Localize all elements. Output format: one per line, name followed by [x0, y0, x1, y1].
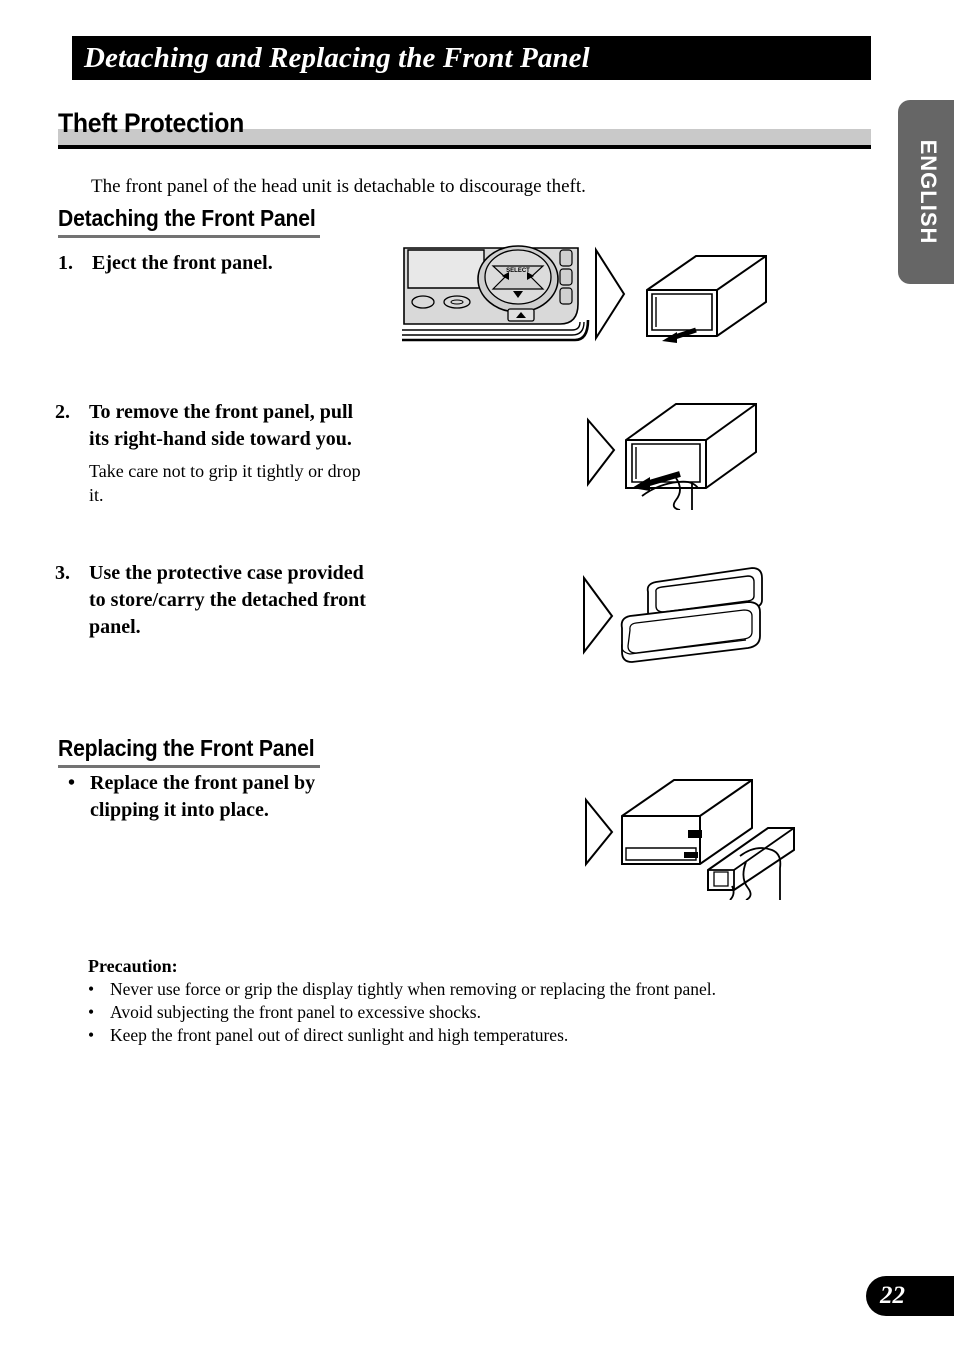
page-title: Detaching and Replacing the Front Panel	[84, 41, 590, 74]
chevron-arrow-icon	[585, 797, 614, 867]
subsection-replacing-title: Replacing the Front Panel	[58, 735, 315, 761]
step-title: To remove the front panel, pull its righ…	[89, 401, 354, 450]
language-tab-label: ENGLISH	[916, 139, 941, 245]
step-note: Take care not to grip it tightly or drop…	[89, 461, 361, 505]
list-item: • Avoid subjecting the front panel to ex…	[88, 1001, 808, 1024]
precaution-item-text: Keep the front panel out of direct sunli…	[110, 1025, 569, 1045]
figure-case-svg	[583, 567, 763, 663]
precaution-block: Precaution: • Never use force or grip th…	[88, 955, 808, 1047]
protective-case-illustration	[620, 567, 763, 663]
precaution-list: • Never use force or grip the display ti…	[88, 978, 808, 1047]
page-number-text: 22	[880, 1282, 905, 1309]
head-unit-box-illustration	[621, 779, 753, 865]
bullet-marker: •	[88, 979, 95, 999]
head-unit-box-illustration	[646, 255, 767, 343]
precaution-item-text: Never use force or grip the display tigh…	[110, 979, 716, 999]
chevron-arrow-icon	[587, 417, 616, 487]
step-item: 3. Use the protective case provided to s…	[55, 560, 375, 641]
figure-protective-case	[570, 558, 790, 671]
precaution-title: Precaution:	[88, 956, 178, 976]
figure-pull-front-panel	[580, 392, 780, 515]
language-tab-english: ENGLISH	[898, 100, 954, 284]
list-item: • Keep the front panel out of direct sun…	[88, 1024, 808, 1047]
step-title: Eject the front panel.	[92, 252, 273, 274]
head-unit-face-illustration: SELECT	[402, 245, 590, 342]
step-item: 2. To remove the front panel, pull its r…	[55, 399, 375, 507]
bullet-marker: •	[68, 772, 76, 794]
chevron-arrow-icon	[583, 574, 614, 655]
step-title: Use the protective case provided to stor…	[89, 562, 366, 638]
step-item: 1. Eject the front panel.	[58, 250, 388, 277]
section-intro-text: The front panel of the head unit is deta…	[91, 176, 586, 197]
bullet-marker: •	[88, 1002, 95, 1022]
subsection-detaching-title: Detaching the Front Panel	[58, 205, 316, 231]
step-number: 3.	[55, 562, 70, 584]
precaution-item-text: Avoid subjecting the front panel to exce…	[110, 1002, 481, 1022]
section-heading: Theft Protection	[58, 108, 245, 138]
chevron-arrow-icon	[595, 246, 626, 342]
page-title-banner: Detaching and Replacing the Front Panel	[72, 36, 871, 80]
head-unit-box-illustration	[625, 403, 757, 489]
figure-replace-front-panel	[580, 772, 805, 905]
list-item: • Never use force or grip the display ti…	[88, 978, 808, 1001]
subsection-replacing-rule	[58, 765, 320, 768]
subsection-detaching-header: Detaching the Front Panel	[58, 205, 320, 238]
select-button-label: SELECT	[506, 268, 530, 274]
replace-instruction-text: Replace the front panel by clipping it i…	[90, 772, 316, 821]
figure-eject-front-panel: SELECT	[400, 244, 770, 354]
page-number-pill: 22	[866, 1276, 954, 1316]
replace-instruction: • Replace the front panel by clipping it…	[68, 770, 388, 824]
figure-pull-svg	[587, 403, 757, 511]
figure-replace-svg	[585, 779, 795, 901]
subsection-detaching-rule	[58, 235, 320, 238]
subsection-replacing-header: Replacing the Front Panel	[58, 735, 320, 768]
figure-eject-svg: SELECT	[402, 245, 767, 343]
section-header-rule	[58, 145, 871, 149]
step-number: 2.	[55, 401, 70, 423]
step-number: 1.	[58, 252, 73, 274]
section-header: Theft Protection	[58, 108, 871, 149]
bullet-marker: •	[88, 1025, 95, 1045]
